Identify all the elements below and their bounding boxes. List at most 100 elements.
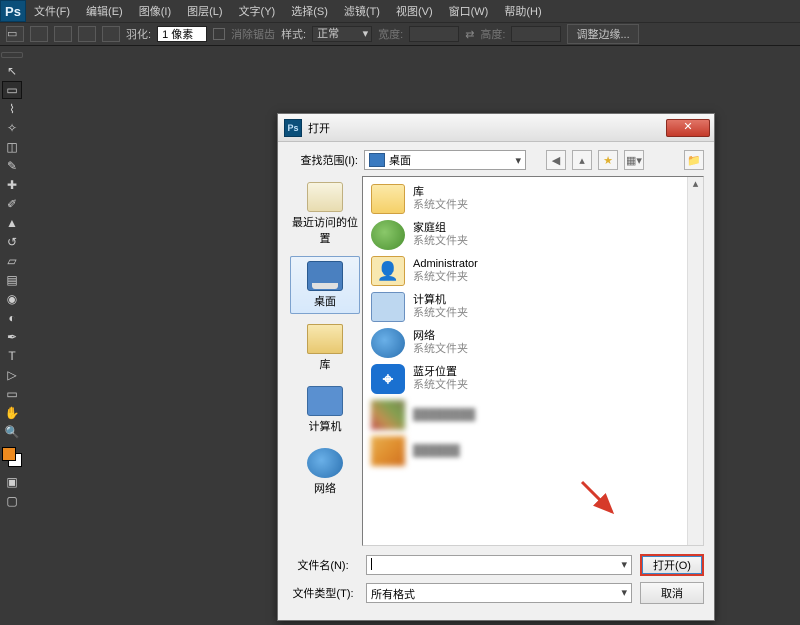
computer-item-icon [371, 292, 405, 322]
desktop-icon [307, 261, 343, 291]
lookin-label: 查找范围(I): [288, 152, 358, 168]
pen-tool-icon[interactable]: ✒ [2, 328, 22, 346]
network-item-icon [371, 328, 405, 358]
height-label: 高度: [480, 26, 505, 42]
back-button[interactable]: ◀ [546, 150, 566, 170]
lookin-dropdown[interactable]: 桌面 [364, 150, 526, 170]
scrollbar[interactable]: ▴ [687, 177, 703, 545]
toolbox: ↖ ▭ ⌇ ✧ ◫ ✎ ✚ ✐ ▲ ↺ ▱ ▤ ◉ ◐ ✒ T ▷ ▭ ✋ 🔍 … [0, 48, 24, 511]
network-icon [307, 448, 343, 478]
filetype-label: 文件类型(T): [288, 585, 358, 601]
type-tool-icon[interactable]: T [2, 347, 22, 365]
menubar: Ps 文件(F) 编辑(E) 图像(I) 图层(L) 文字(Y) 选择(S) 滤… [0, 0, 800, 22]
place-network[interactable]: 网络 [290, 444, 360, 500]
list-item[interactable]: 计算机系统文件夹 [367, 289, 699, 325]
list-item[interactable]: 家庭组系统文件夹 [367, 217, 699, 253]
menu-edit[interactable]: 编辑(E) [78, 0, 131, 22]
sel-sub-icon[interactable] [78, 26, 96, 42]
favorites-button[interactable]: ★ [598, 150, 618, 170]
filename-label: 文件名(N): [288, 557, 358, 573]
menu-select[interactable]: 选择(S) [283, 0, 336, 22]
up-button[interactable]: ▴ [572, 150, 592, 170]
feather-label: 羽化: [126, 26, 151, 42]
antialias-label: 消除锯齿 [231, 26, 275, 42]
user-folder-icon: 👤 [371, 256, 405, 286]
place-library[interactable]: 库 [290, 320, 360, 376]
eyedropper-tool-icon[interactable]: ✎ [2, 157, 22, 175]
screenmode-icon[interactable]: ▢ [2, 492, 22, 510]
ps-logo-icon: Ps [0, 0, 26, 22]
wand-tool-icon[interactable]: ✧ [2, 119, 22, 137]
open-button[interactable]: 打开(O) [640, 554, 704, 576]
blur-tool-icon[interactable]: ◉ [2, 290, 22, 308]
options-bar: ▭ 羽化: 消除锯齿 样式: 正常▾ 宽度: ⇄ 高度: 调整边缘... [0, 22, 800, 46]
feather-input[interactable] [157, 26, 207, 42]
shape-tool-icon[interactable]: ▭ [2, 385, 22, 403]
place-recent[interactable]: 最近访问的位置 [290, 178, 360, 250]
new-folder-button[interactable]: 📁 [684, 150, 704, 170]
sel-add-icon[interactable] [54, 26, 72, 42]
brush-tool-icon[interactable]: ✐ [2, 195, 22, 213]
menu-view[interactable]: 视图(V) [388, 0, 441, 22]
eraser-tool-icon[interactable]: ▱ [2, 252, 22, 270]
list-item[interactable]: 👤Administrator系统文件夹 [367, 253, 699, 289]
scroll-up-icon[interactable]: ▴ [688, 177, 703, 193]
place-desktop[interactable]: 桌面 [290, 256, 360, 314]
computer-icon [307, 386, 343, 416]
marquee-tool-icon[interactable]: ▭ [2, 81, 22, 99]
menu-filter[interactable]: 滤镜(T) [336, 0, 388, 22]
dialog-title: 打开 [308, 120, 330, 136]
place-computer[interactable]: 计算机 [290, 382, 360, 438]
history-brush-icon[interactable]: ↺ [2, 233, 22, 251]
refine-edge-button[interactable]: 调整边缘... [567, 24, 638, 44]
menu-window[interactable]: 窗口(W) [441, 0, 497, 22]
recent-icon [307, 182, 343, 212]
menu-layer[interactable]: 图层(L) [179, 0, 230, 22]
menu-text[interactable]: 文字(Y) [231, 0, 284, 22]
places-bar: 最近访问的位置 桌面 库 计算机 网络 [288, 176, 362, 546]
filetype-dropdown[interactable]: 所有格式 [366, 583, 632, 603]
list-item[interactable]: 库系统文件夹 [367, 181, 699, 217]
menu-image[interactable]: 图像(I) [131, 0, 179, 22]
list-item[interactable]: ██████ [367, 433, 699, 469]
antialias-checkbox[interactable] [213, 28, 225, 40]
close-button[interactable]: ✕ [666, 119, 710, 137]
file-list[interactable]: 库系统文件夹 家庭组系统文件夹 👤Administrator系统文件夹 计算机系… [362, 176, 704, 546]
cancel-button[interactable]: 取消 [640, 582, 704, 604]
stamp-tool-icon[interactable]: ▲ [2, 214, 22, 232]
heal-tool-icon[interactable]: ✚ [2, 176, 22, 194]
filename-input[interactable] [366, 555, 632, 575]
views-button[interactable]: ▦▾ [624, 150, 644, 170]
library-icon [307, 324, 343, 354]
dialog-titlebar[interactable]: Ps 打开 ✕ [278, 114, 714, 142]
desktop-mini-icon [369, 153, 385, 167]
marquee-tool-icon[interactable]: ▭ [6, 26, 24, 42]
hand-tool-icon[interactable]: ✋ [2, 404, 22, 422]
style-label: 样式: [281, 26, 306, 42]
style-dropdown[interactable]: 正常▾ [312, 26, 372, 42]
menu-file[interactable]: 文件(F) [26, 0, 78, 22]
width-input [409, 26, 459, 42]
sel-intersect-icon[interactable] [102, 26, 120, 42]
width-label: 宽度: [378, 26, 403, 42]
height-input [511, 26, 561, 42]
list-item[interactable]: ⌖蓝牙位置系统文件夹 [367, 361, 699, 397]
fg-swatch[interactable] [2, 447, 16, 461]
sel-new-icon[interactable] [30, 26, 48, 42]
color-swatches[interactable] [2, 447, 22, 467]
gradient-tool-icon[interactable]: ▤ [2, 271, 22, 289]
toolbox-handle[interactable] [1, 52, 23, 58]
dodge-tool-icon[interactable]: ◐ [2, 309, 22, 327]
edit-mode-icon[interactable]: ▣ [2, 473, 22, 491]
zoom-tool-icon[interactable]: 🔍 [2, 423, 22, 441]
dialog-ps-icon: Ps [284, 119, 302, 137]
lasso-tool-icon[interactable]: ⌇ [2, 100, 22, 118]
bluetooth-icon: ⌖ [371, 364, 405, 394]
list-item[interactable]: ████████ [367, 397, 699, 433]
blurred-thumb-icon [371, 400, 405, 430]
path-tool-icon[interactable]: ▷ [2, 366, 22, 384]
menu-help[interactable]: 帮助(H) [496, 0, 549, 22]
list-item[interactable]: 网络系统文件夹 [367, 325, 699, 361]
move-tool-icon[interactable]: ↖ [2, 62, 22, 80]
crop-tool-icon[interactable]: ◫ [2, 138, 22, 156]
